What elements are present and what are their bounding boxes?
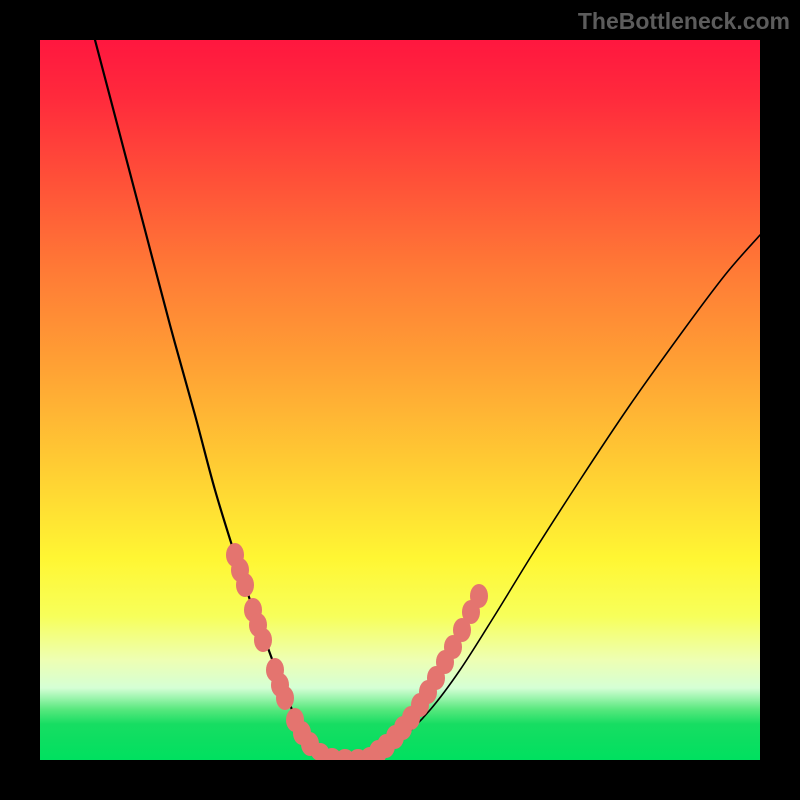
marker-group-left [226,543,319,756]
marker-group-bottom [311,743,379,760]
data-marker [470,584,488,608]
data-marker [236,573,254,597]
curve-left-branch [95,40,350,758]
plot-area [40,40,760,760]
data-marker [254,628,272,652]
data-marker [276,686,294,710]
chart-frame: TheBottleneck.com [0,0,800,800]
marker-group-right [369,584,488,760]
watermark-text: TheBottleneck.com [578,8,790,35]
curve-right-branch [350,235,760,758]
bottleneck-curve-svg [40,40,760,760]
